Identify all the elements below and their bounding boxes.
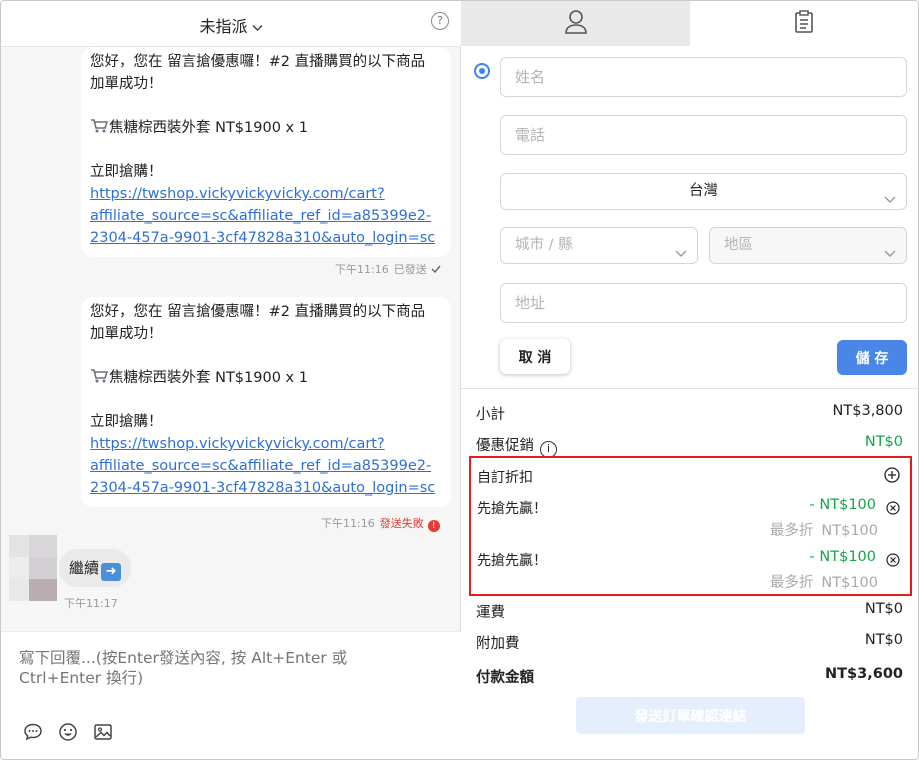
discount-name: 先搶先贏！ — [477, 553, 547, 569]
order-panel: 台灣 城市 / 縣 地區 取 消 儲 存 小計 NT$3,800 優惠促銷i N… — [461, 1, 918, 759]
tab-bar — [461, 1, 918, 46]
right-arrow-icon: ➜ — [101, 563, 122, 581]
discount-amount: - NT$100 — [809, 497, 876, 513]
message-cta: 立即搶購！ — [90, 414, 163, 430]
discount-max: 最多折 NT$100 — [770, 519, 878, 540]
name-field[interactable] — [500, 57, 907, 97]
phone-field[interactable] — [500, 115, 907, 155]
extra-fee-label: 附加費 — [476, 636, 520, 652]
shopping-cart-icon — [90, 118, 109, 133]
cart-link[interactable]: https://twshop.vickyvickyvicky.com/cart? — [90, 433, 441, 455]
assignee-dropdown[interactable]: 未指派 — [1, 13, 461, 37]
chat-panel: 未指派 ? 您好，您在 留言搶優惠囉！#2 直播購買的以下商品 加單成功！ 焦糖… — [1, 1, 461, 759]
customer-message-time: 下午11:17 — [64, 597, 118, 610]
subtotal-value: NT$3,800 — [832, 403, 903, 419]
check-icon — [431, 263, 441, 276]
discount-max-value: NT$100 — [821, 575, 878, 591]
composer — [1, 631, 461, 759]
cart-link[interactable]: affiliate_source=sc&affiliate_ref_id=a85… — [90, 455, 441, 477]
user-icon — [564, 9, 588, 39]
chevron-down-icon — [884, 184, 896, 203]
total-value: NT$3,600 — [825, 666, 903, 682]
divider — [461, 388, 918, 389]
chat-bubble-icon[interactable] — [23, 722, 43, 742]
district-placeholder: 地區 — [724, 237, 753, 253]
promo-label: 優惠促銷 — [476, 438, 534, 454]
remove-discount-icon[interactable] — [886, 552, 900, 567]
message-cta: 立即搶購！ — [90, 164, 163, 180]
chevron-down-icon — [884, 238, 896, 257]
avatar — [9, 535, 57, 601]
help-icon[interactable]: ? — [431, 12, 449, 30]
chevron-down-icon — [675, 238, 687, 257]
cart-link[interactable]: 2304-457a-9901-3cf47828a310&auto_login=s… — [90, 227, 441, 249]
discount-amount: - NT$100 — [809, 549, 876, 565]
address-field[interactable] — [500, 283, 907, 323]
district-select[interactable]: 地區 — [709, 227, 907, 264]
message-text: 加單成功！ — [90, 76, 163, 92]
app-window: 未指派 ? 您好，您在 留言搶優惠囉！#2 直播購買的以下商品 加單成功！ 焦糖… — [0, 0, 919, 760]
customer-message-text: 繼續 — [69, 559, 100, 577]
message-time: 下午11:16 — [321, 517, 375, 530]
cancel-button[interactable]: 取 消 — [500, 339, 570, 374]
message-text: 加單成功！ — [90, 326, 163, 342]
promo-value: NT$0 — [864, 434, 903, 450]
assignee-label: 未指派 — [199, 17, 248, 36]
tab-order[interactable] — [690, 1, 918, 46]
message-list[interactable]: 您好，您在 留言搶優惠囉！#2 直播購買的以下商品 加單成功！ 焦糖棕西裝外套 … — [1, 47, 461, 631]
shipping-label: 運費 — [476, 605, 505, 621]
discount-max-label: 最多折 — [769, 575, 814, 591]
cart-link[interactable]: https://twshop.vickyvickyvicky.com/cart? — [90, 183, 441, 205]
message-text: 您好，您在 留言搶優惠囉！#2 直播購買的以下商品 — [90, 304, 426, 320]
city-select[interactable]: 城市 / 縣 — [500, 227, 698, 264]
clipboard-icon — [794, 10, 814, 38]
discount-name: 先搶先贏！ — [477, 501, 547, 517]
shipping-row: 運費 NT$0 — [476, 601, 903, 622]
message-bubble: 您好，您在 留言搶優惠囉！#2 直播購買的以下商品 加單成功！ 焦糖棕西裝外套 … — [81, 47, 451, 257]
remove-discount-icon[interactable] — [886, 500, 900, 515]
message-item: 焦糖棕西裝外套 NT$1900 x 1 — [109, 120, 308, 136]
tab-customer[interactable] — [461, 1, 690, 46]
chevron-down-icon — [251, 17, 263, 36]
composer-toolbar — [23, 722, 123, 742]
cart-link[interactable]: 2304-457a-9901-3cf47828a310&auto_login=s… — [90, 477, 441, 499]
message-status: 已發送 — [393, 263, 427, 276]
promo-row: 優惠促銷 i NT$0 — [476, 434, 903, 458]
chat-header: 未指派 ? — [1, 1, 461, 47]
emoji-icon[interactable] — [58, 722, 78, 742]
total-label: 付款金額 — [476, 670, 534, 686]
city-placeholder: 城市 / 縣 — [515, 237, 573, 253]
address-radio[interactable] — [474, 63, 490, 79]
discount-max-value: NT$100 — [821, 523, 878, 539]
shipping-value: NT$0 — [864, 601, 903, 617]
custom-discount-label: 自訂折扣 — [477, 470, 533, 486]
extra-fee-row: 附加費 NT$0 — [476, 632, 903, 653]
custom-discount-section: 自訂折扣 先搶先贏！ - NT$100 最多折 NT$100 先搶先贏！ - NT… — [469, 456, 912, 596]
message-meta: 下午11:16 發送失敗! — [321, 515, 440, 532]
message-status: 發送失敗 — [379, 517, 424, 530]
country-value: 台灣 — [689, 183, 718, 199]
cart-link[interactable]: affiliate_source=sc&affiliate_ref_id=a85… — [90, 205, 441, 227]
total-row: 付款金額 NT$3,600 — [476, 666, 903, 687]
add-circle-icon[interactable] — [884, 467, 900, 483]
extra-fee-value: NT$0 — [864, 632, 903, 648]
customer-message: 繼續 ➜ — [59, 549, 132, 587]
message-item: 焦糖棕西裝外套 NT$1900 x 1 — [109, 370, 308, 386]
message-text: 您好，您在 留言搶優惠囉！#2 直播購買的以下商品 — [90, 54, 426, 70]
discount-max-label: 最多折 — [769, 523, 814, 539]
country-select[interactable]: 台灣 — [500, 173, 907, 210]
save-button[interactable]: 儲 存 — [837, 340, 907, 375]
subtotal-row: 小計 NT$3,800 — [476, 403, 903, 424]
image-icon[interactable] — [93, 722, 113, 742]
message-bubble: 您好，您在 留言搶優惠囉！#2 直播購買的以下商品 加單成功！ 焦糖棕西裝外套 … — [81, 297, 451, 507]
message-meta: 下午11:16 已發送 — [335, 261, 441, 277]
shopping-cart-icon — [90, 368, 109, 383]
reply-input[interactable] — [19, 648, 419, 686]
error-icon[interactable]: ! — [427, 520, 440, 532]
subtotal-label: 小計 — [476, 407, 505, 423]
message-time: 下午11:16 — [335, 263, 389, 276]
discount-max: 最多折 NT$100 — [770, 571, 878, 592]
send-order-link-button[interactable]: 發送訂單確認連結 — [576, 697, 805, 734]
